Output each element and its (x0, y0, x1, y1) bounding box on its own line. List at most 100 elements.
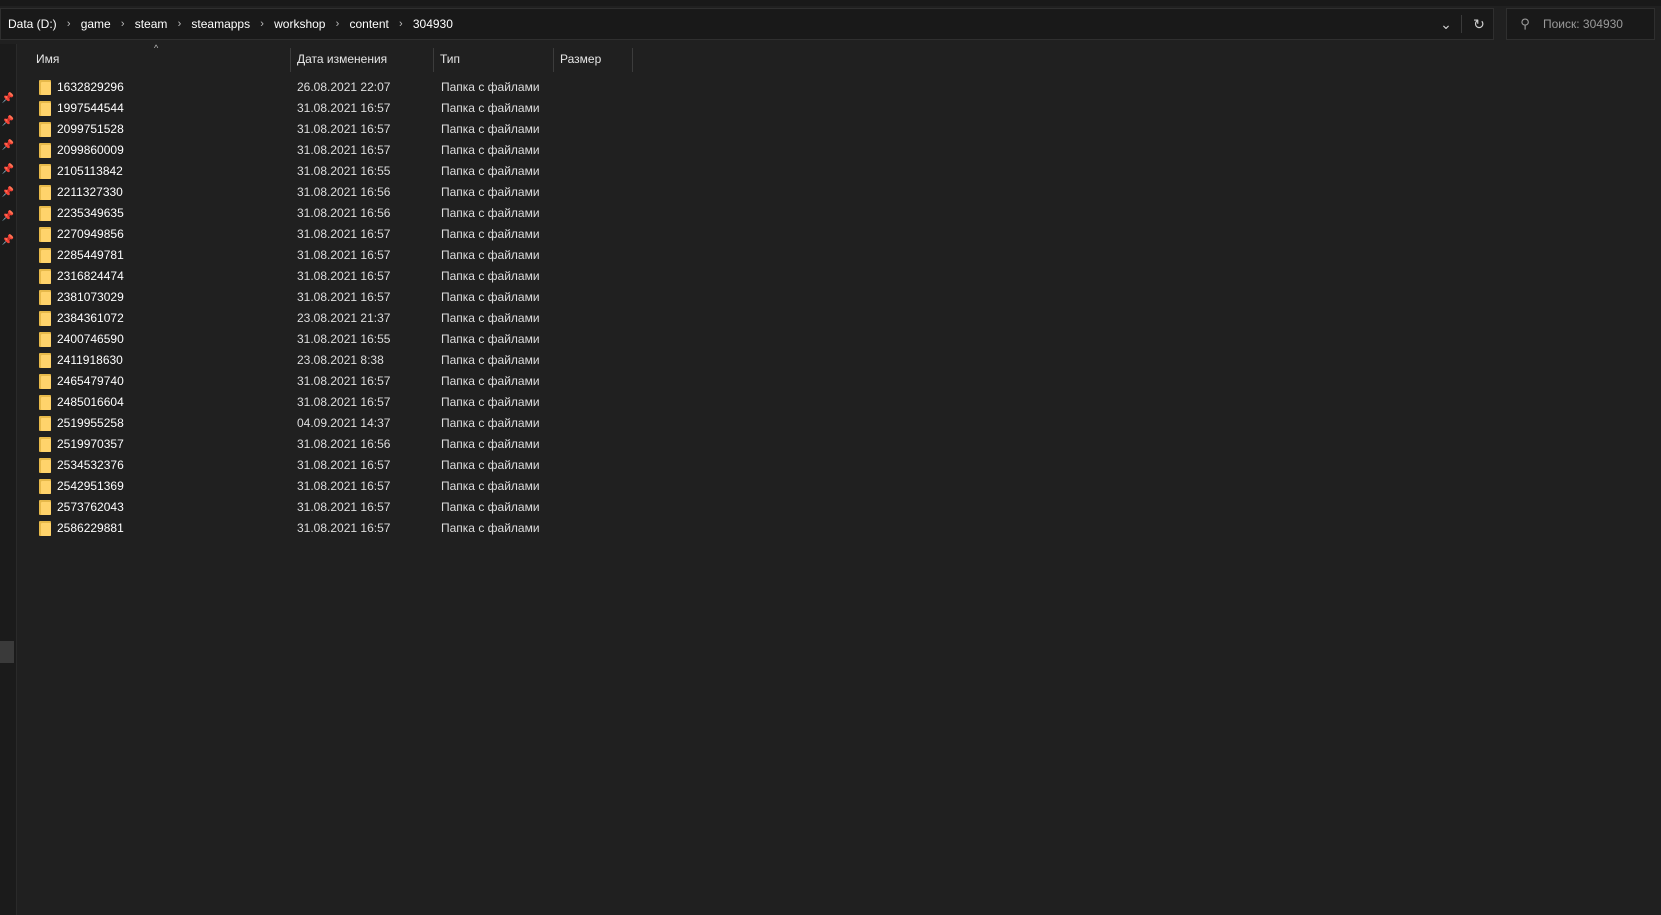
table-row[interactable]: 2316824474 31.08.2021 16:57 Папка с файлам… (17, 266, 717, 287)
pin-icon[interactable]: 📌 (1, 163, 15, 177)
file-name: 1997544544 (57, 101, 124, 115)
file-list-view[interactable]: ^ Имя Дата изменения Тип Размер 16328292… (17, 43, 1661, 915)
search-input[interactable] (1543, 15, 1651, 33)
folder-icon (39, 227, 51, 242)
file-date: 31.08.2021 16:57 (297, 521, 391, 535)
file-date: 31.08.2021 16:57 (297, 395, 391, 409)
table-row[interactable]: 2285449781 31.08.2021 16:57 Папка с файлам… (17, 245, 717, 266)
file-date: 31.08.2021 16:55 (297, 332, 391, 346)
file-name: 2384361072 (57, 311, 124, 325)
file-type: Папка с файлами (441, 248, 540, 262)
navigation-pane[interactable]: 📌 📌 📌 📌 📌 📌 📌 (0, 44, 17, 915)
table-row[interactable]: 1632829296 26.08.2021 22:07 Папка с файлам… (17, 77, 717, 98)
file-date: 31.08.2021 16:57 (297, 290, 391, 304)
search-icon: ⚲ (1520, 16, 1530, 31)
table-row[interactable]: 2519970357 31.08.2021 16:56 Папка с файлам… (17, 434, 717, 455)
file-name: 2400746590 (57, 332, 124, 346)
pin-icon[interactable]: 📌 (1, 92, 15, 106)
file-type: Папка с файлами (441, 143, 540, 157)
file-type: Папка с файлами (441, 479, 540, 493)
breadcrumb-item-workshop[interactable]: workshop (271, 17, 328, 31)
search-box[interactable]: ⚲ (1506, 8, 1655, 40)
file-date: 31.08.2021 16:55 (297, 164, 391, 178)
file-type: Папка с файлами (441, 269, 540, 283)
pin-icon[interactable]: 📌 (1, 210, 15, 224)
file-name: 2519955258 (57, 416, 124, 430)
breadcrumb-item-drive[interactable]: Data (D:) (5, 17, 60, 31)
table-row[interactable]: 2270949856 31.08.2021 16:57 Папка с файлам… (17, 224, 717, 245)
file-type: Папка с файлами (441, 311, 540, 325)
pin-icon[interactable]: 📌 (1, 115, 15, 129)
chevron-right-icon[interactable]: › (60, 18, 78, 30)
file-name: 2099860009 (57, 143, 124, 157)
pin-icon[interactable]: 📌 (1, 186, 15, 200)
chevron-down-icon: ⌄ (1440, 15, 1452, 32)
table-row[interactable]: 2465479740 31.08.2021 16:57 Папка с файлам… (17, 371, 717, 392)
folder-icon (39, 437, 51, 452)
column-header-type[interactable]: Тип (434, 48, 554, 72)
chevron-right-icon[interactable]: › (253, 18, 271, 30)
breadcrumb-item-content[interactable]: content (346, 17, 391, 31)
file-type: Папка с файлами (441, 101, 540, 115)
refresh-button[interactable]: ↻ (1464, 9, 1494, 39)
breadcrumb-item-current[interactable]: 304930 (410, 17, 456, 31)
column-header-size[interactable]: Размер (554, 48, 633, 72)
table-row[interactable]: 2211327330 31.08.2021 16:56 Папка с файлам… (17, 182, 717, 203)
folder-icon (39, 479, 51, 494)
pin-icon[interactable]: 📌 (1, 234, 15, 248)
nav-selected-item[interactable] (0, 641, 14, 663)
file-name: 2519970357 (57, 437, 124, 451)
breadcrumb-item-steam[interactable]: steam (132, 17, 171, 31)
table-row[interactable]: 1997544544 31.08.2021 16:57 Папка с файлам… (17, 98, 717, 119)
file-type: Папка с файлами (441, 500, 540, 514)
file-name: 2534532376 (57, 458, 124, 472)
file-type: Папка с файлами (441, 353, 540, 367)
folder-icon (39, 206, 51, 221)
file-name: 2105113842 (57, 164, 123, 178)
table-row[interactable]: 2384361072 23.08.2021 21:37 Папка с файлам… (17, 308, 717, 329)
table-row[interactable]: 2235349635 31.08.2021 16:56 Папка с файлам… (17, 203, 717, 224)
file-date: 31.08.2021 16:57 (297, 227, 391, 241)
table-row[interactable]: 2586229881 31.08.2021 16:57 Папка с файлам… (17, 518, 717, 539)
column-header-date[interactable]: Дата изменения (291, 48, 434, 72)
breadcrumb-item-game[interactable]: game (78, 17, 114, 31)
table-row[interactable]: 2485016604 31.08.2021 16:57 Папка с файлам… (17, 392, 717, 413)
column-header-name[interactable]: Имя (30, 48, 291, 72)
file-date: 31.08.2021 16:57 (297, 248, 391, 262)
folder-icon (39, 80, 51, 95)
file-date: 31.08.2021 16:57 (297, 143, 391, 157)
chevron-right-icon[interactable]: › (114, 18, 132, 30)
file-type: Папка с файлами (441, 122, 540, 136)
table-row[interactable]: 2411918630 23.08.2021 8:38 Папка с файлами (17, 350, 717, 371)
file-type: Папка с файлами (441, 290, 540, 304)
chevron-right-icon[interactable]: › (170, 18, 188, 30)
file-type: Папка с файлами (441, 185, 540, 199)
history-dropdown-button[interactable]: ⌄ (1431, 9, 1461, 39)
pin-icon[interactable]: 📌 (1, 139, 15, 153)
table-row[interactable]: 2519955258 04.09.2021 14:37 Папка с файлам… (17, 413, 717, 434)
table-row[interactable]: 2400746590 31.08.2021 16:55 Папка с файлам… (17, 329, 717, 350)
address-divider (1461, 15, 1462, 33)
breadcrumb-item-steamapps[interactable]: steamapps (188, 17, 253, 31)
table-row[interactable]: 2542951369 31.08.2021 16:57 Папка с файлам… (17, 476, 717, 497)
file-name: 2381073029 (57, 290, 124, 304)
file-date: 31.08.2021 16:57 (297, 500, 391, 514)
folder-icon (39, 353, 51, 368)
folder-icon (39, 416, 51, 431)
file-type: Папка с файлами (441, 395, 540, 409)
address-bar[interactable]: Data (D:) › game › steam › steamapps › w… (0, 8, 1494, 40)
chevron-right-icon[interactable]: › (392, 18, 410, 30)
chevron-right-icon[interactable]: › (328, 18, 346, 30)
file-date: 31.08.2021 16:56 (297, 437, 391, 451)
table-row[interactable]: 2534532376 31.08.2021 16:57 Папка с файлам… (17, 455, 717, 476)
table-row[interactable]: 2573762043 31.08.2021 16:57 Папка с файлам… (17, 497, 717, 518)
folder-icon (39, 101, 51, 116)
file-name: 2285449781 (57, 248, 124, 262)
table-row[interactable]: 2099751528 31.08.2021 16:57 Папка с файлам… (17, 119, 717, 140)
table-row[interactable]: 2105113842 31.08.2021 16:55 Папка с файлам… (17, 161, 717, 182)
file-date: 23.08.2021 8:38 (297, 353, 384, 367)
table-row[interactable]: 2099860009 31.08.2021 16:57 Папка с файлам… (17, 140, 717, 161)
file-name: 2573762043 (57, 500, 124, 514)
table-row[interactable]: 2381073029 31.08.2021 16:57 Папка с файлам… (17, 287, 717, 308)
file-name: 2411918630 (57, 353, 123, 367)
